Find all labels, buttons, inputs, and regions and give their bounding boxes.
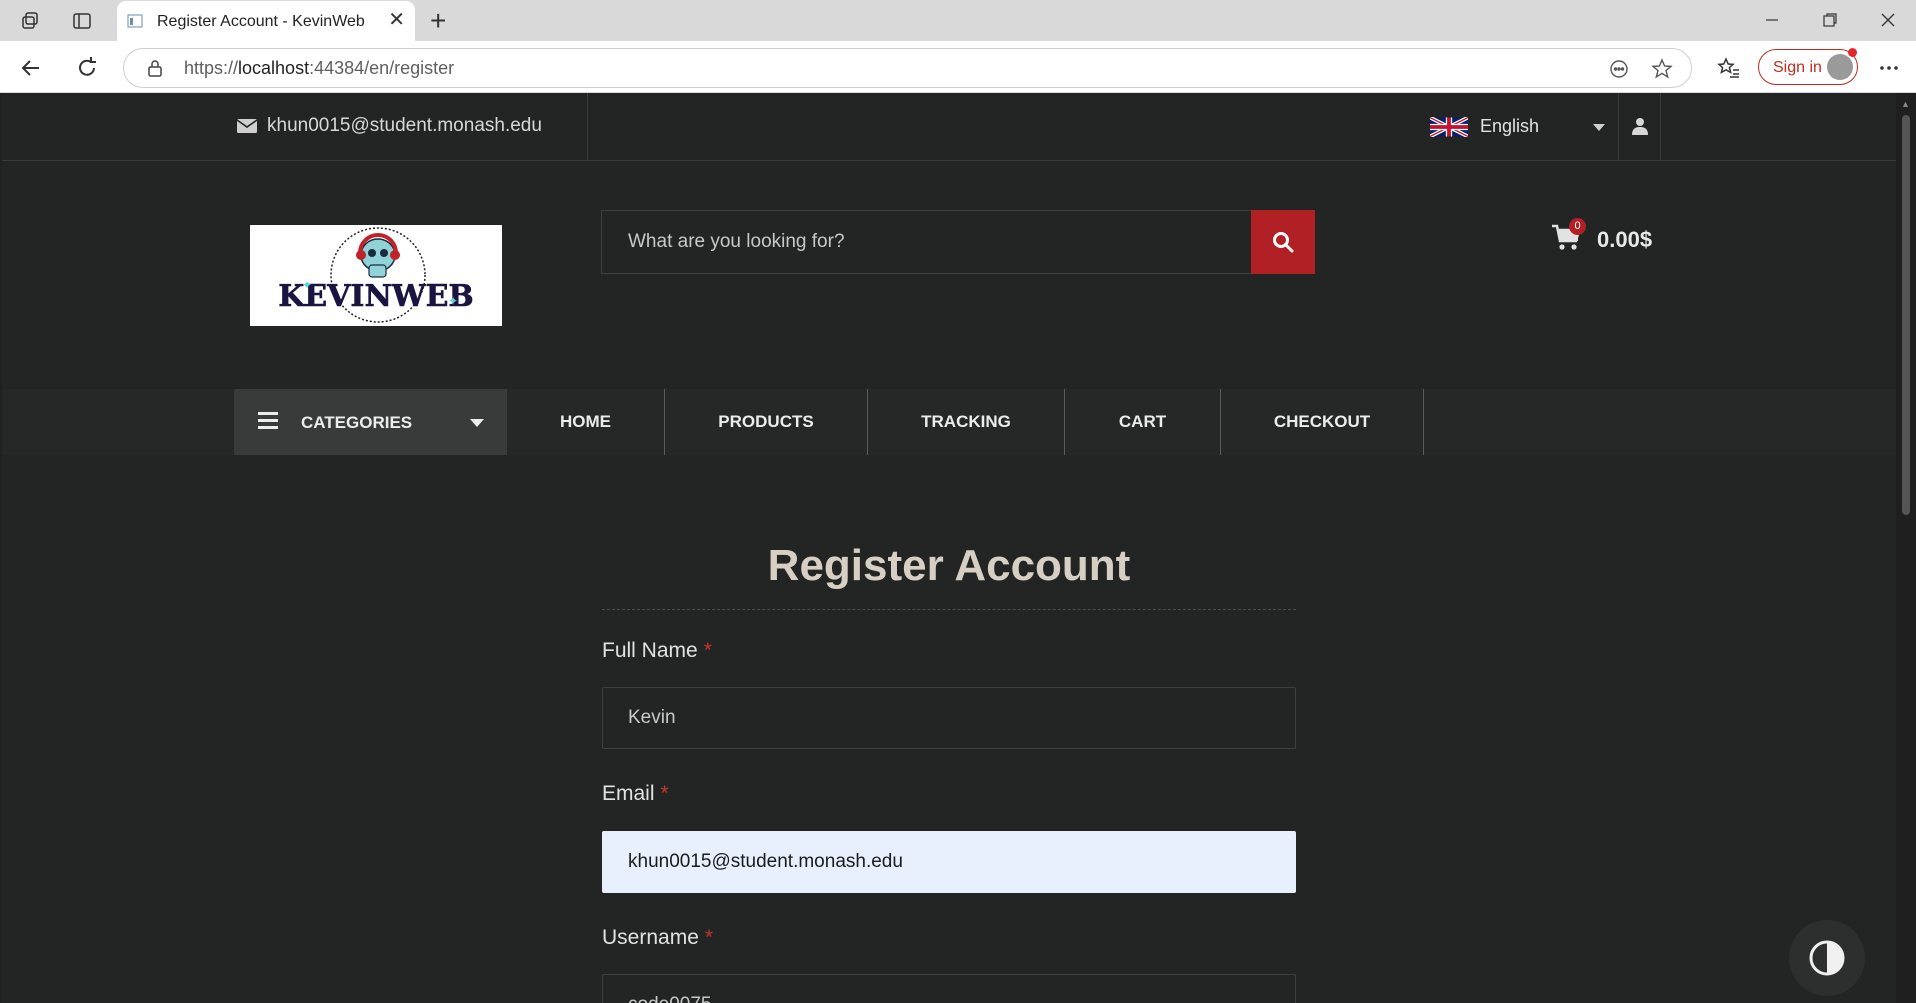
refresh-icon[interactable] — [74, 55, 100, 81]
back-icon[interactable] — [18, 55, 44, 81]
language-selector[interactable]: English — [1480, 116, 1539, 137]
contact-email: khun0015@student.monash.edu — [267, 115, 542, 136]
nav-cart[interactable]: CART — [1065, 389, 1221, 455]
nav-tracking[interactable]: TRACKING — [868, 389, 1065, 455]
user-account-icon[interactable] — [1631, 117, 1649, 135]
top-info-bar: khun0015@student.monash.edu English — [2, 93, 1896, 161]
browser-address-bar: https://localhost:44384/en/register Sign… — [0, 41, 1916, 93]
divider — [587, 93, 588, 161]
scrollbar-thumb[interactable] — [1902, 115, 1910, 515]
workspaces-icon[interactable] — [18, 9, 42, 33]
close-window-icon[interactable] — [1878, 10, 1898, 30]
search-button[interactable] — [1251, 210, 1315, 274]
vertical-tabs-icon[interactable] — [70, 9, 94, 33]
email-input[interactable] — [603, 832, 1295, 892]
scroll-up-icon[interactable]: ▲ — [1901, 99, 1911, 109]
full-name-label: Full Name * — [602, 639, 712, 662]
url-bar[interactable]: https://localhost:44384/en/register — [123, 48, 1692, 88]
search-bar — [601, 210, 1315, 274]
url-text[interactable]: https://localhost:44384/en/register — [184, 58, 454, 79]
divider — [1618, 93, 1619, 161]
divider — [1660, 93, 1661, 161]
browser-tab-active[interactable]: Register Account - KevinWeb ✕ — [117, 1, 415, 41]
theme-toggle-button[interactable] — [1789, 920, 1865, 996]
sign-in-button[interactable]: Sign in — [1758, 48, 1858, 85]
full-name-field — [602, 687, 1296, 749]
mini-cart[interactable]: 0 — [1551, 218, 1586, 252]
email-label: Email * — [602, 782, 669, 805]
notification-dot — [1848, 48, 1857, 57]
more-options-icon[interactable] — [1876, 55, 1902, 81]
browser-tab-bar: Register Account - KevinWeb ✕ + — [0, 0, 1916, 41]
uk-flag-icon[interactable] — [1430, 117, 1468, 137]
chevron-down-icon — [470, 419, 484, 427]
username-label: Username * — [602, 926, 714, 949]
divider — [602, 609, 1296, 610]
nav-products[interactable]: PRODUCTS — [665, 389, 868, 455]
favorite-star-icon[interactable] — [1651, 58, 1673, 80]
mail-icon — [236, 119, 258, 133]
svg-text:✦: ✦ — [448, 294, 458, 308]
nav-home[interactable]: HOME — [507, 389, 665, 455]
favorites-icon[interactable] — [1716, 55, 1742, 81]
minimize-icon[interactable] — [1762, 10, 1782, 30]
page-favicon-icon — [127, 14, 143, 28]
cart-total[interactable]: 0.00$ — [1597, 227, 1652, 253]
site-logo[interactable]: KEVINWEB ✦ ✦ — [250, 225, 502, 326]
categories-dropdown[interactable]: CATEGORIES — [234, 389, 507, 455]
cart-count-badge: 0 — [1569, 218, 1586, 235]
username-input[interactable] — [603, 975, 1295, 1003]
categories-label: CATEGORIES — [301, 413, 413, 432]
page-title: Register Account — [767, 541, 1131, 590]
skull-logo-icon: KEVINWEB ✦ ✦ — [278, 227, 474, 323]
reader-options-icon[interactable] — [1608, 58, 1630, 80]
page-scrollbar[interactable]: ▲ — [1896, 93, 1916, 1003]
contrast-icon — [1809, 940, 1845, 976]
search-icon — [1273, 232, 1294, 253]
restore-icon[interactable] — [1820, 10, 1840, 30]
tab-title: Register Account - KevinWeb — [157, 13, 365, 30]
search-input[interactable] — [602, 211, 1252, 273]
nav-checkout[interactable]: CHECKOUT — [1221, 389, 1424, 455]
page-content: khun0015@student.monash.edu English KEVI… — [2, 93, 1896, 1003]
chevron-down-icon[interactable] — [1593, 124, 1605, 131]
tab-close-icon[interactable]: ✕ — [388, 10, 405, 30]
lock-icon[interactable] — [146, 59, 164, 77]
svg-text:✦: ✦ — [302, 278, 312, 292]
username-field — [602, 974, 1296, 1003]
full-name-input[interactable] — [603, 688, 1295, 748]
main-navigation: CATEGORIES HOME PRODUCTS TRACKING CART C… — [2, 389, 1896, 455]
new-tab-icon[interactable]: + — [430, 7, 446, 35]
avatar — [1827, 54, 1853, 80]
hamburger-icon — [258, 412, 278, 429]
email-field — [602, 831, 1296, 893]
